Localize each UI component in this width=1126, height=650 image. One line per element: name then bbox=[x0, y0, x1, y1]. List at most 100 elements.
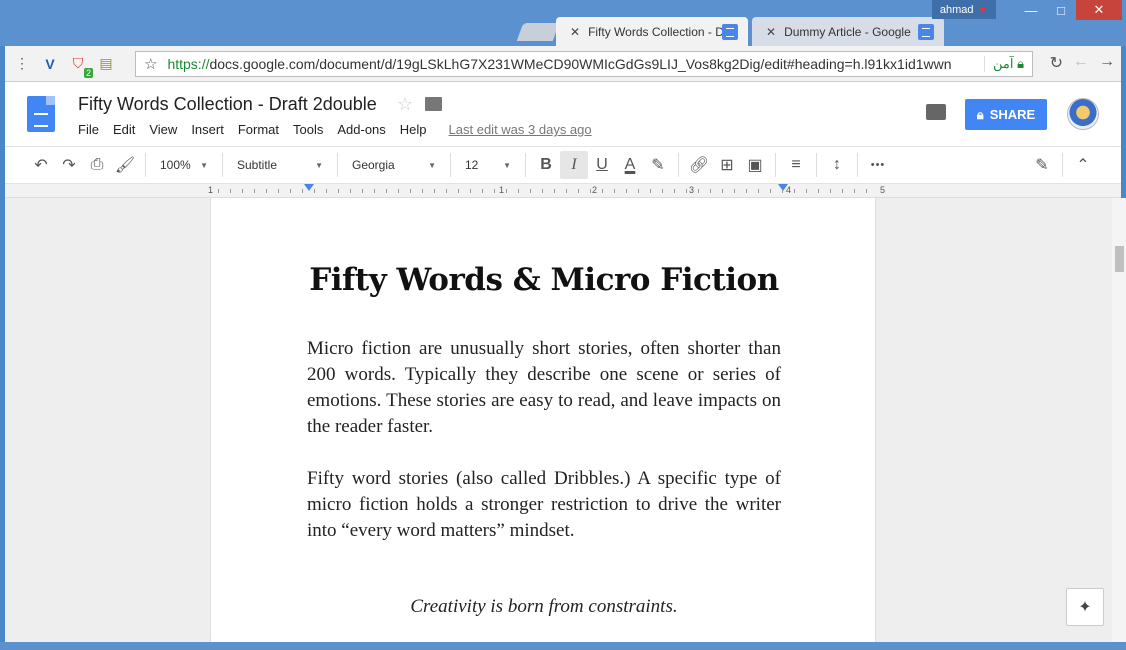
tab-title: Fifty Words Collection - D bbox=[588, 24, 722, 39]
add-comment-icon[interactable]: ⊞ bbox=[713, 151, 741, 179]
extension-shield-icon[interactable]: ⛉ 2 bbox=[67, 53, 93, 78]
account-avatar[interactable] bbox=[1067, 98, 1099, 130]
share-button[interactable]: 🔒︎ SHARE bbox=[965, 99, 1047, 130]
undo-icon[interactable]: ↶ bbox=[27, 151, 55, 179]
ruler-tick bbox=[818, 189, 819, 193]
tab-dummy-article[interactable]: ✕ Dummy Article - Google bbox=[752, 17, 944, 46]
size-value: 12 bbox=[465, 158, 479, 172]
right-indent-marker[interactable] bbox=[778, 184, 788, 191]
style-value: Subtitle bbox=[237, 158, 278, 172]
ruler-tick bbox=[278, 189, 279, 193]
ruler-tick bbox=[638, 189, 639, 193]
maximize-button[interactable]: □ bbox=[1046, 0, 1076, 20]
insert-image-icon[interactable]: ▣ bbox=[741, 151, 769, 179]
document-page[interactable]: Fifty Words & Micro Fiction Micro fictio… bbox=[210, 198, 876, 642]
window-bottom-border bbox=[0, 642, 1126, 650]
separator bbox=[525, 153, 526, 177]
insert-link-icon[interactable]: 🔗︎ bbox=[685, 151, 713, 179]
minimize-button[interactable]: — bbox=[1016, 0, 1046, 20]
font-select[interactable]: Georgia ▼ bbox=[344, 151, 444, 179]
close-tab-icon[interactable]: ✕ bbox=[570, 25, 580, 39]
menu-tools[interactable]: Tools bbox=[293, 122, 323, 137]
ruler-tick bbox=[722, 189, 723, 193]
ruler-tick bbox=[494, 189, 495, 193]
menu-addons[interactable]: Add-ons bbox=[337, 122, 385, 137]
print-icon[interactable]: ⎙ bbox=[83, 151, 111, 179]
ruler-tick bbox=[350, 189, 351, 193]
ruler-tick bbox=[758, 189, 759, 193]
secure-text: آمن bbox=[992, 56, 1014, 71]
last-edit-link[interactable]: Last edit was 3 days ago bbox=[449, 122, 592, 137]
ruler-tick bbox=[290, 189, 291, 193]
ruler-tick bbox=[866, 189, 867, 193]
ruler-tick bbox=[314, 189, 315, 193]
url-text[interactable]: https://docs.google.com/document/d/19gLS… bbox=[167, 56, 984, 72]
left-indent-marker[interactable] bbox=[304, 184, 314, 191]
ruler-tick bbox=[242, 189, 243, 193]
browser-menu-icon[interactable]: ⋮ bbox=[11, 53, 33, 75]
font-size-select[interactable]: 12 ▼ bbox=[457, 151, 519, 179]
highlight-color-icon[interactable]: ✎ bbox=[644, 151, 672, 179]
docs-logo-icon[interactable] bbox=[27, 96, 55, 132]
line-spacing-icon[interactable]: ↕ bbox=[823, 151, 851, 179]
docs-favicon-icon bbox=[722, 23, 738, 40]
zoom-select[interactable]: 100% ▼ bbox=[152, 151, 216, 179]
menu-view[interactable]: View bbox=[149, 122, 177, 137]
more-button[interactable]: ••• bbox=[864, 151, 892, 179]
underline-button[interactable]: U bbox=[588, 151, 616, 179]
align-left-icon[interactable]: ≡ bbox=[782, 151, 810, 179]
notes-extension-icon[interactable]: ▤ bbox=[95, 53, 117, 75]
ruler-tick bbox=[434, 189, 435, 193]
close-window-button[interactable]: ✕ bbox=[1076, 0, 1122, 20]
menu-format[interactable]: Format bbox=[238, 122, 279, 137]
separator bbox=[145, 153, 146, 177]
redo-icon[interactable]: ↷ bbox=[55, 151, 83, 179]
url-path: docs.google.com/document/d/19gLSkLhG7X23… bbox=[209, 56, 952, 72]
separator bbox=[450, 153, 451, 177]
paragraph-2[interactable]: Fifty word stories (also called Dribbles… bbox=[307, 466, 781, 544]
url-scheme: https:// bbox=[167, 56, 210, 72]
forward-icon[interactable]: → bbox=[1099, 53, 1115, 73]
address-bar[interactable]: ☆ https://docs.google.com/document/d/19g… bbox=[135, 51, 1033, 77]
editing-mode-icon[interactable]: ✎ bbox=[1028, 151, 1056, 179]
nav-buttons: ↻ ← → bbox=[1050, 53, 1115, 73]
menu-help[interactable]: Help bbox=[400, 122, 427, 137]
text-color-button[interactable]: A bbox=[616, 151, 644, 179]
menu-file[interactable]: File bbox=[78, 122, 99, 137]
back-icon[interactable]: ← bbox=[1073, 53, 1089, 73]
tab-fifty-words[interactable]: ✕ Fifty Words Collection - D bbox=[556, 17, 748, 46]
ruler-tick bbox=[698, 189, 699, 193]
close-tab-icon[interactable]: ✕ bbox=[766, 25, 776, 39]
paragraph-1[interactable]: Micro fiction are unusually short storie… bbox=[307, 336, 781, 440]
new-tab-button[interactable] bbox=[516, 23, 560, 41]
ruler-tick bbox=[506, 189, 507, 193]
move-folder-icon[interactable] bbox=[425, 97, 442, 111]
vertical-scrollbar[interactable] bbox=[1112, 198, 1126, 642]
explore-icon[interactable]: ✦ bbox=[1066, 588, 1104, 626]
menu-edit[interactable]: Edit bbox=[113, 122, 135, 137]
ruler-tick bbox=[482, 189, 483, 193]
menu-insert[interactable]: Insert bbox=[191, 122, 224, 137]
document-heading[interactable]: Fifty Words & Micro Fiction bbox=[211, 262, 877, 298]
reload-icon[interactable]: ↻ bbox=[1050, 53, 1063, 73]
paragraph-style-select[interactable]: Subtitle ▼ bbox=[229, 151, 331, 179]
extension-v-icon[interactable]: V bbox=[39, 53, 61, 75]
font-value: Georgia bbox=[352, 158, 395, 172]
profile-chip[interactable]: ahmad ♥ bbox=[931, 0, 996, 19]
document-title[interactable]: Fifty Words Collection - Draft 2double bbox=[78, 94, 377, 115]
heart-icon: ♥ bbox=[979, 3, 986, 16]
chevron-up-icon[interactable]: ⌃ bbox=[1069, 151, 1097, 179]
comments-icon[interactable] bbox=[926, 104, 946, 120]
quote-line[interactable]: Creativity is born from constraints. bbox=[211, 596, 877, 618]
separator bbox=[1062, 153, 1063, 177]
ruler-label: 3 bbox=[689, 185, 695, 195]
document-canvas: Fifty Words & Micro Fiction Micro fictio… bbox=[5, 198, 1121, 642]
italic-button[interactable]: I bbox=[560, 151, 588, 179]
bold-button[interactable]: B bbox=[532, 151, 560, 179]
ruler-label: 2 bbox=[592, 185, 598, 195]
bookmark-star-icon[interactable]: ☆ bbox=[144, 55, 157, 73]
scrollbar-thumb[interactable] bbox=[1115, 246, 1124, 272]
paint-format-icon[interactable]: 🖌︎ bbox=[111, 151, 139, 179]
ruler-tick bbox=[470, 189, 471, 193]
star-document-icon[interactable]: ☆ bbox=[397, 94, 413, 115]
